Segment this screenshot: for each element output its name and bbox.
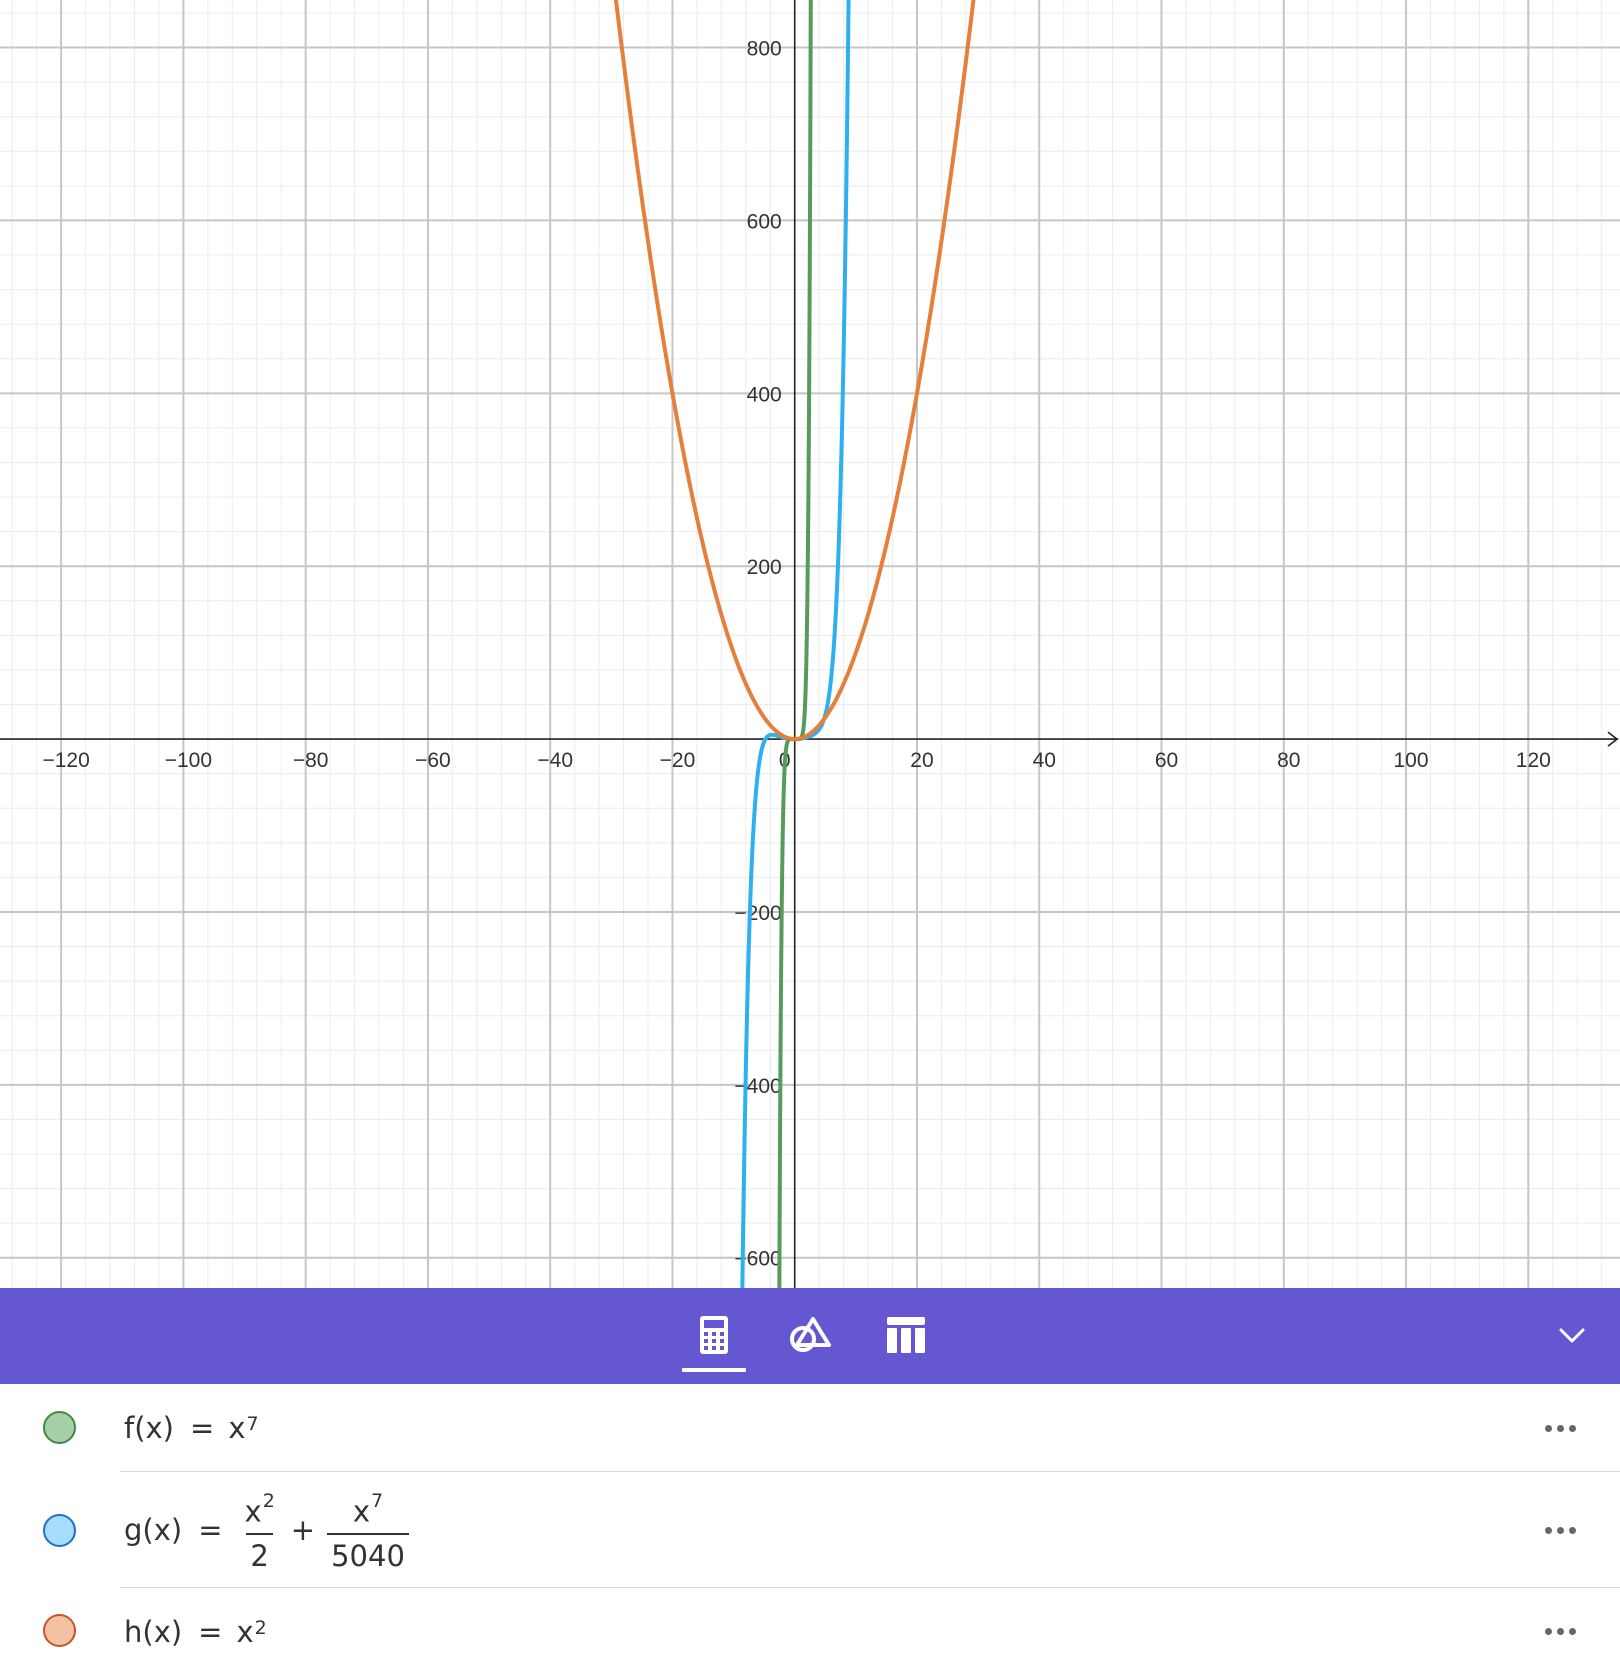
function-name: g(x) <box>124 1513 183 1547</box>
x-tick-label: −80 <box>293 749 329 772</box>
base: x <box>228 1411 246 1445</box>
more-options-button[interactable] <box>1540 1515 1580 1545</box>
y-tick-label: 600 <box>747 210 782 233</box>
active-tab-indicator <box>682 1368 746 1372</box>
plus-sign: + <box>290 1513 316 1547</box>
y-tick-label: 400 <box>747 383 782 406</box>
dot <box>1556 1627 1564 1635</box>
exponent: 2 <box>254 1617 267 1639</box>
calculator-icon <box>700 1316 728 1354</box>
equals-sign: = <box>198 1513 223 1547</box>
fraction-term-1: x2 2 <box>241 1483 279 1578</box>
graphics-view[interactable]: −120 −100 −80 −60 −40 −20 0 20 40 60 80 100 120 800 60… <box>0 0 1620 1288</box>
visibility-toggle-f[interactable] <box>43 1411 76 1444</box>
y-tick-label: 800 <box>747 38 782 61</box>
function-name: f(x) <box>124 1411 174 1445</box>
denominator: 2 <box>246 1533 273 1577</box>
dot <box>1544 1627 1552 1635</box>
graph-canvas[interactable]: −120 −100 −80 −60 −40 −20 0 20 40 60 80 100 120 800 60… <box>0 0 1620 1288</box>
dot <box>1544 1526 1552 1534</box>
dot <box>1556 1526 1564 1534</box>
dot <box>1544 1424 1552 1432</box>
numerator: x2 <box>241 1483 279 1534</box>
equals-sign: = <box>190 1411 215 1445</box>
more-options-button[interactable] <box>1540 1413 1580 1443</box>
formula-f[interactable]: f(x) = x7 <box>124 1384 259 1472</box>
function-name: h(x) <box>124 1615 183 1649</box>
formula-h[interactable]: h(x) = x2 <box>124 1588 267 1669</box>
tab-geometry-tools[interactable] <box>778 1304 842 1366</box>
chevron-down-icon <box>1559 1328 1585 1343</box>
base: x <box>244 1494 262 1529</box>
table-icon <box>887 1317 925 1353</box>
x-tick-label: 40 <box>1033 749 1056 772</box>
visibility-toggle-h[interactable] <box>43 1614 76 1647</box>
x-tick-label: 120 <box>1516 749 1551 772</box>
y-tick-label: −400 <box>734 1075 781 1098</box>
tab-algebra[interactable] <box>682 1304 746 1366</box>
view-toolbar <box>0 1288 1620 1384</box>
collapse-panel-button[interactable] <box>1548 1306 1596 1366</box>
equals-sign: = <box>198 1615 223 1649</box>
x-tick-label: −100 <box>165 749 212 772</box>
algebra-row-h[interactable]: h(x) = x2 <box>0 1588 1620 1669</box>
x-tick-label: 60 <box>1155 749 1178 772</box>
visibility-toggle-g[interactable] <box>43 1514 76 1547</box>
more-options-button[interactable] <box>1540 1616 1580 1646</box>
algebra-view: f(x) = x7 g(x) = x2 2 + x7 5040 h(x) = x… <box>0 1384 1620 1669</box>
dot <box>1568 1627 1576 1635</box>
y-tick-label: 200 <box>747 556 782 579</box>
exponent: 7 <box>246 1413 259 1435</box>
x-tick-label: −40 <box>537 749 573 772</box>
x-tick-label: 20 <box>910 749 933 772</box>
x-tick-label: −60 <box>415 749 451 772</box>
x-tick-label: 100 <box>1394 749 1429 772</box>
x-tick-label: −120 <box>42 749 89 772</box>
geometry-tools-icon <box>790 1317 831 1352</box>
denominator: 5040 <box>327 1533 409 1577</box>
y-tick-label: −200 <box>734 902 781 925</box>
algebra-row-f[interactable]: f(x) = x7 <box>0 1384 1620 1472</box>
numerator: x7 <box>349 1483 387 1534</box>
base: x <box>236 1615 254 1649</box>
dot <box>1556 1424 1564 1432</box>
fraction-term-2: x7 5040 <box>327 1483 409 1578</box>
exponent: 7 <box>371 1489 384 1512</box>
formula-g[interactable]: g(x) = x2 2 + x7 5040 <box>124 1472 413 1588</box>
dot <box>1568 1424 1576 1432</box>
base: x <box>352 1494 371 1529</box>
tab-table[interactable] <box>874 1304 938 1366</box>
exponent: 2 <box>262 1489 275 1512</box>
algebra-row-g[interactable]: g(x) = x2 2 + x7 5040 <box>0 1472 1620 1588</box>
dot <box>1568 1526 1576 1534</box>
x-tick-label: −20 <box>660 749 696 772</box>
x-tick-label: 80 <box>1277 749 1300 772</box>
